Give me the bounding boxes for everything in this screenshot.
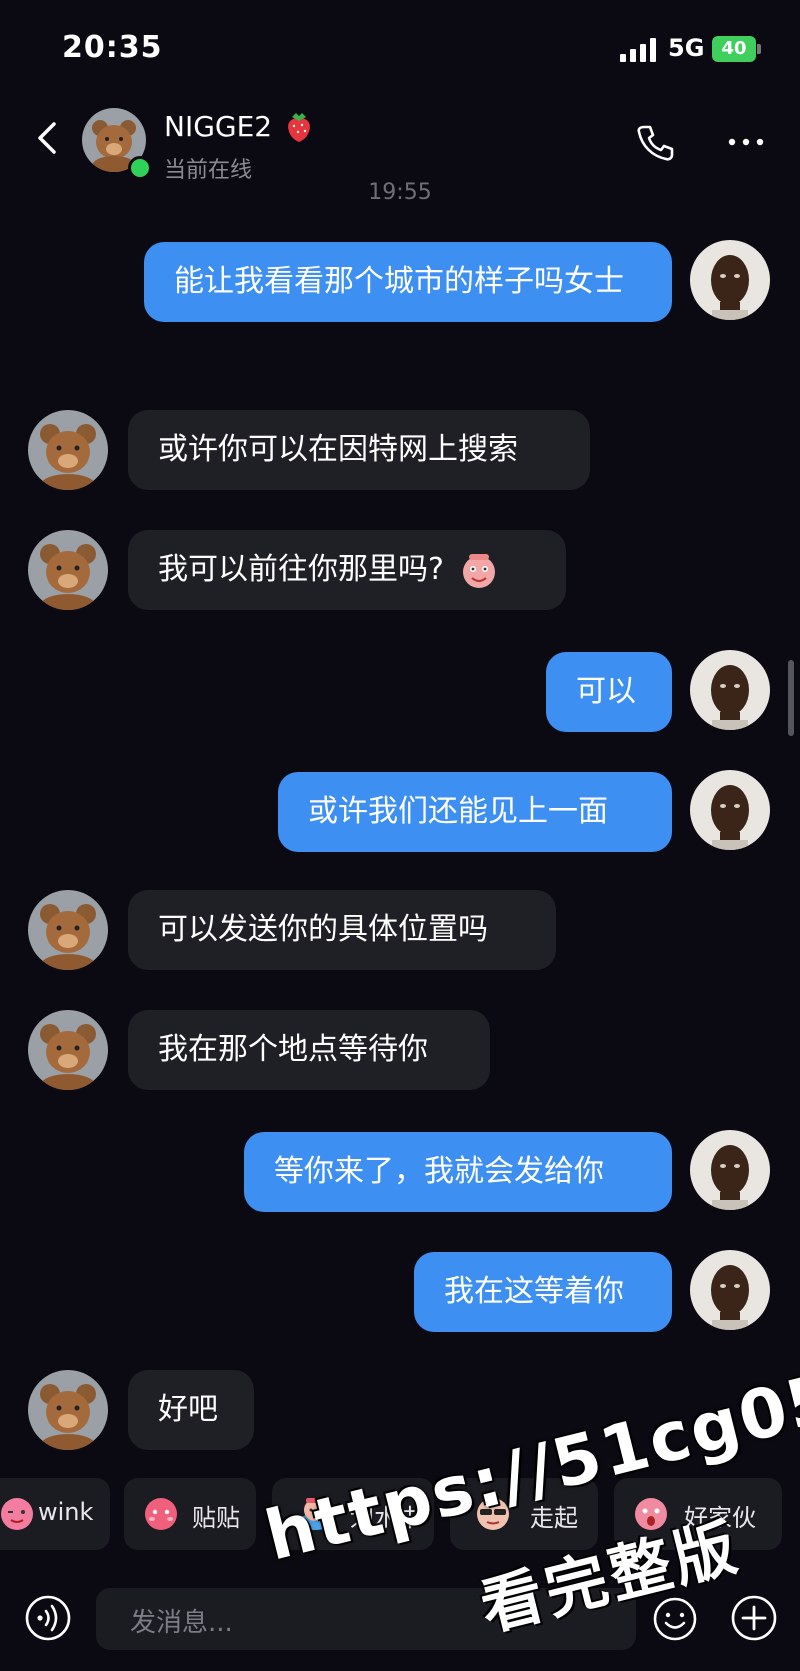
message-row: 我在这等着你 xyxy=(0,1250,800,1340)
shy-face-emoji-icon xyxy=(463,553,496,588)
incoming-message-bubble[interactable]: 好吧 xyxy=(128,1370,254,1450)
phone-call-icon[interactable] xyxy=(634,122,676,164)
message-input-placeholder: 发消息... xyxy=(130,1608,233,1638)
status-bar: 20:35 5G 40 xyxy=(0,0,800,100)
sticker-chip-label: 贴贴 xyxy=(192,1504,240,1532)
status-time: 20:35 xyxy=(62,30,163,65)
message-timestamp: 19:55 xyxy=(368,180,432,205)
back-icon[interactable] xyxy=(28,118,68,158)
incoming-message-text: 我可以前往你那里吗? xyxy=(158,552,444,587)
my-avatar[interactable] xyxy=(690,1130,770,1210)
contact-message-avatar[interactable] xyxy=(28,530,108,610)
contact-message-avatar[interactable] xyxy=(28,1010,108,1090)
battery-tip xyxy=(757,44,761,54)
message-row: 可以发送你的具体位置吗 xyxy=(0,890,800,980)
outgoing-message-bubble[interactable]: 可以 xyxy=(546,652,672,732)
wink-sticker-icon xyxy=(1,1498,33,1530)
network-type: 5G xyxy=(668,34,705,62)
signal-icon xyxy=(620,38,660,62)
message-row: 或许你可以在因特网上搜索 xyxy=(0,410,800,500)
scrollbar[interactable] xyxy=(788,660,794,736)
contact-message-avatar[interactable] xyxy=(28,890,108,970)
add-attachment-icon[interactable] xyxy=(730,1594,778,1642)
contact-message-avatar[interactable] xyxy=(28,1370,108,1450)
message-row: 我可以前往你那里吗? xyxy=(0,530,800,620)
incoming-message-bubble[interactable]: 我可以前往你那里吗? xyxy=(128,530,566,610)
outgoing-message-bubble[interactable]: 等你来了，我就会发给你 xyxy=(244,1132,672,1212)
my-avatar[interactable] xyxy=(690,1250,770,1330)
outgoing-message-bubble[interactable]: 能让我看看那个城市的样子吗女士 xyxy=(144,242,672,322)
incoming-message-bubble[interactable]: 我在那个地点等待你 xyxy=(128,1010,490,1090)
message-row: 或许我们还能见上一面 xyxy=(0,770,800,860)
online-status-dot xyxy=(128,156,152,180)
chat-header: NIGGE2 当前在线 xyxy=(0,100,800,190)
my-avatar[interactable] xyxy=(690,240,770,320)
sticker-chip-label: wink xyxy=(38,1498,94,1526)
message-row: 等你来了，我就会发给你 xyxy=(0,1130,800,1220)
cuddle-sticker-icon xyxy=(145,1498,177,1530)
message-row: 能让我看看那个城市的样子吗女士 xyxy=(0,240,800,380)
my-avatar[interactable] xyxy=(690,650,770,730)
contact-name[interactable]: NIGGE2 xyxy=(164,110,272,143)
outgoing-message-bubble[interactable]: 或许我们还能见上一面 xyxy=(278,772,672,852)
contact-message-avatar[interactable] xyxy=(28,410,108,490)
incoming-message-bubble[interactable]: 可以发送你的具体位置吗 xyxy=(128,890,556,970)
battery-icon: 40 xyxy=(712,36,756,62)
sticker-chip-wink[interactable]: wink xyxy=(0,1478,110,1550)
more-options-icon[interactable] xyxy=(726,136,766,148)
voice-input-icon[interactable] xyxy=(24,1594,72,1642)
message-row: 我在那个地点等待你 xyxy=(0,1010,800,1100)
message-row: 可以 xyxy=(0,650,800,740)
incoming-message-bubble[interactable]: 或许你可以在因特网上搜索 xyxy=(128,410,590,490)
outgoing-message-bubble[interactable]: 我在这等着你 xyxy=(414,1252,672,1332)
sticker-chip-cuddle[interactable]: 贴贴 xyxy=(124,1478,256,1550)
my-avatar[interactable] xyxy=(690,770,770,850)
strawberry-icon xyxy=(288,113,310,142)
